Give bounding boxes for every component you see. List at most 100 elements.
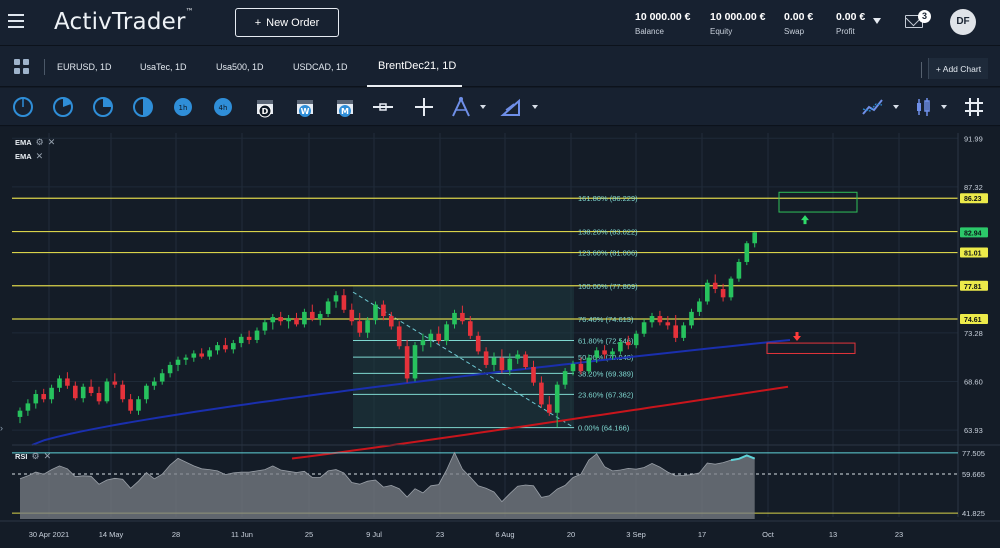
candle xyxy=(420,339,426,346)
candle xyxy=(697,301,702,312)
candle xyxy=(73,385,78,399)
candle xyxy=(641,322,647,334)
candle xyxy=(673,325,678,338)
daily-calendar-icon[interactable]: D xyxy=(254,96,276,118)
fibonacci-level-label: 138.20% (83.022) xyxy=(578,228,638,237)
candle xyxy=(586,357,592,372)
candle xyxy=(475,335,481,352)
tab-usatec[interactable]: UsaTec, 1D xyxy=(140,62,187,72)
candle xyxy=(104,381,110,402)
candle xyxy=(483,351,489,365)
trendline-dropdown-icon[interactable] xyxy=(532,105,538,109)
tab-usdcad[interactable]: USDCAD, 1D xyxy=(293,62,348,72)
close-icon[interactable]: ✕ xyxy=(44,451,52,462)
candle xyxy=(120,384,125,400)
candle xyxy=(278,317,283,322)
candle xyxy=(246,336,252,340)
indicator-icon[interactable] xyxy=(862,96,884,118)
candle xyxy=(317,313,323,320)
fibonacci-level-label: 123.60% (81.006) xyxy=(578,249,638,258)
candle xyxy=(610,351,615,355)
candle xyxy=(562,371,568,385)
candle xyxy=(649,316,655,323)
grid-icon[interactable] xyxy=(963,96,985,118)
tab-usa500[interactable]: Usa500, 1D xyxy=(216,62,264,72)
timeframe-3-icon[interactable] xyxy=(92,96,114,118)
close-icon[interactable]: ✕ xyxy=(48,137,56,148)
add-chart-button[interactable]: + Add Chart xyxy=(928,58,988,79)
candle xyxy=(294,318,299,325)
x-tick-label: 17 xyxy=(698,530,706,539)
weekly-calendar-icon[interactable]: W xyxy=(294,96,316,118)
candle xyxy=(491,357,497,365)
candle xyxy=(570,363,576,372)
y-tick-label: 73.28 xyxy=(964,329,983,338)
equity-stat: 10 000.00 € Equity xyxy=(710,11,766,36)
rsi-tick-label: 77.505 xyxy=(962,449,985,458)
price-badge-label: 77.81 xyxy=(964,284,982,291)
fibonacci-dropdown-icon[interactable] xyxy=(480,105,486,109)
balance-stat: 10 000.00 € Balance xyxy=(635,11,691,36)
indicator-dropdown-icon[interactable] xyxy=(893,105,899,109)
x-tick-label: 20 xyxy=(567,530,575,539)
top-bar: ActivTrader™ + New Order 10 000.00 € Balan… xyxy=(0,0,1000,46)
trendline-tool-icon[interactable] xyxy=(500,96,522,118)
timeframe-4-icon[interactable] xyxy=(132,96,154,118)
hamburger-menu-icon[interactable] xyxy=(8,14,24,28)
settings-icon[interactable]: ⚙ xyxy=(32,451,40,462)
timeframe-2-icon[interactable] xyxy=(52,96,74,118)
candle xyxy=(633,333,639,346)
candle xyxy=(88,386,94,393)
x-tick-label: 28 xyxy=(172,530,180,539)
candle xyxy=(436,333,441,341)
price-badge-label: 82.94 xyxy=(964,230,982,237)
ema-indicator-label-1: EMA ⚙ ✕ xyxy=(15,137,56,148)
crosshair-icon[interactable] xyxy=(413,96,435,118)
candle xyxy=(238,336,244,344)
candle xyxy=(531,367,536,383)
new-order-button[interactable]: + New Order xyxy=(235,8,339,37)
candle xyxy=(270,317,276,323)
tab-brentdec21[interactable]: BrentDec21, 1D xyxy=(378,60,456,72)
candle xyxy=(712,282,718,289)
candle xyxy=(499,357,505,371)
candle xyxy=(191,353,197,358)
messages-count-badge: 3 xyxy=(918,10,931,23)
svg-text:M: M xyxy=(341,107,349,116)
candle xyxy=(460,312,465,322)
horizontal-line-icon[interactable] xyxy=(372,96,394,118)
chart-area[interactable]: 161.80% (86.229) 138.20% (83.022) 123.60% … xyxy=(0,127,1000,548)
candle xyxy=(381,304,386,317)
monthly-calendar-icon[interactable]: M xyxy=(334,96,356,118)
avatar[interactable]: DF xyxy=(950,9,976,35)
timeframe-1-icon[interactable] xyxy=(12,96,34,118)
x-tick-label: 11 Jun xyxy=(231,530,253,539)
layout-grid-icon[interactable] xyxy=(14,59,30,75)
timeframe-5-icon[interactable]: 1h xyxy=(172,96,194,118)
price-chart[interactable]: 161.80% (86.229) 138.20% (83.022) 123.60% … xyxy=(0,127,1000,548)
account-dropdown-icon[interactable] xyxy=(873,18,881,24)
close-icon[interactable]: ✕ xyxy=(36,151,44,162)
candle xyxy=(144,385,149,400)
candle xyxy=(373,304,378,321)
svg-text:D: D xyxy=(262,107,269,116)
candle xyxy=(57,378,62,388)
fibonacci-tool-icon[interactable] xyxy=(450,96,472,118)
panel-collapse-handle[interactable]: › xyxy=(0,423,4,433)
chart-type-dropdown-icon[interactable] xyxy=(941,105,947,109)
timeframe-6-icon[interactable]: 4h xyxy=(212,96,234,118)
candle xyxy=(310,311,315,320)
tab-eurusd[interactable]: EURUSD, 1D xyxy=(57,62,112,72)
candle xyxy=(136,399,141,411)
rsi-area xyxy=(20,452,755,519)
candle xyxy=(231,343,236,350)
chart-type-icon[interactable] xyxy=(912,96,934,118)
candle xyxy=(752,232,757,244)
candle xyxy=(720,289,726,298)
x-tick-label: 13 xyxy=(829,530,837,539)
price-badge-label: 74.61 xyxy=(964,317,982,324)
candle xyxy=(49,387,54,400)
x-tick-label: 23 xyxy=(436,530,444,539)
settings-icon[interactable]: ⚙ xyxy=(36,137,44,148)
candle xyxy=(523,354,528,367)
